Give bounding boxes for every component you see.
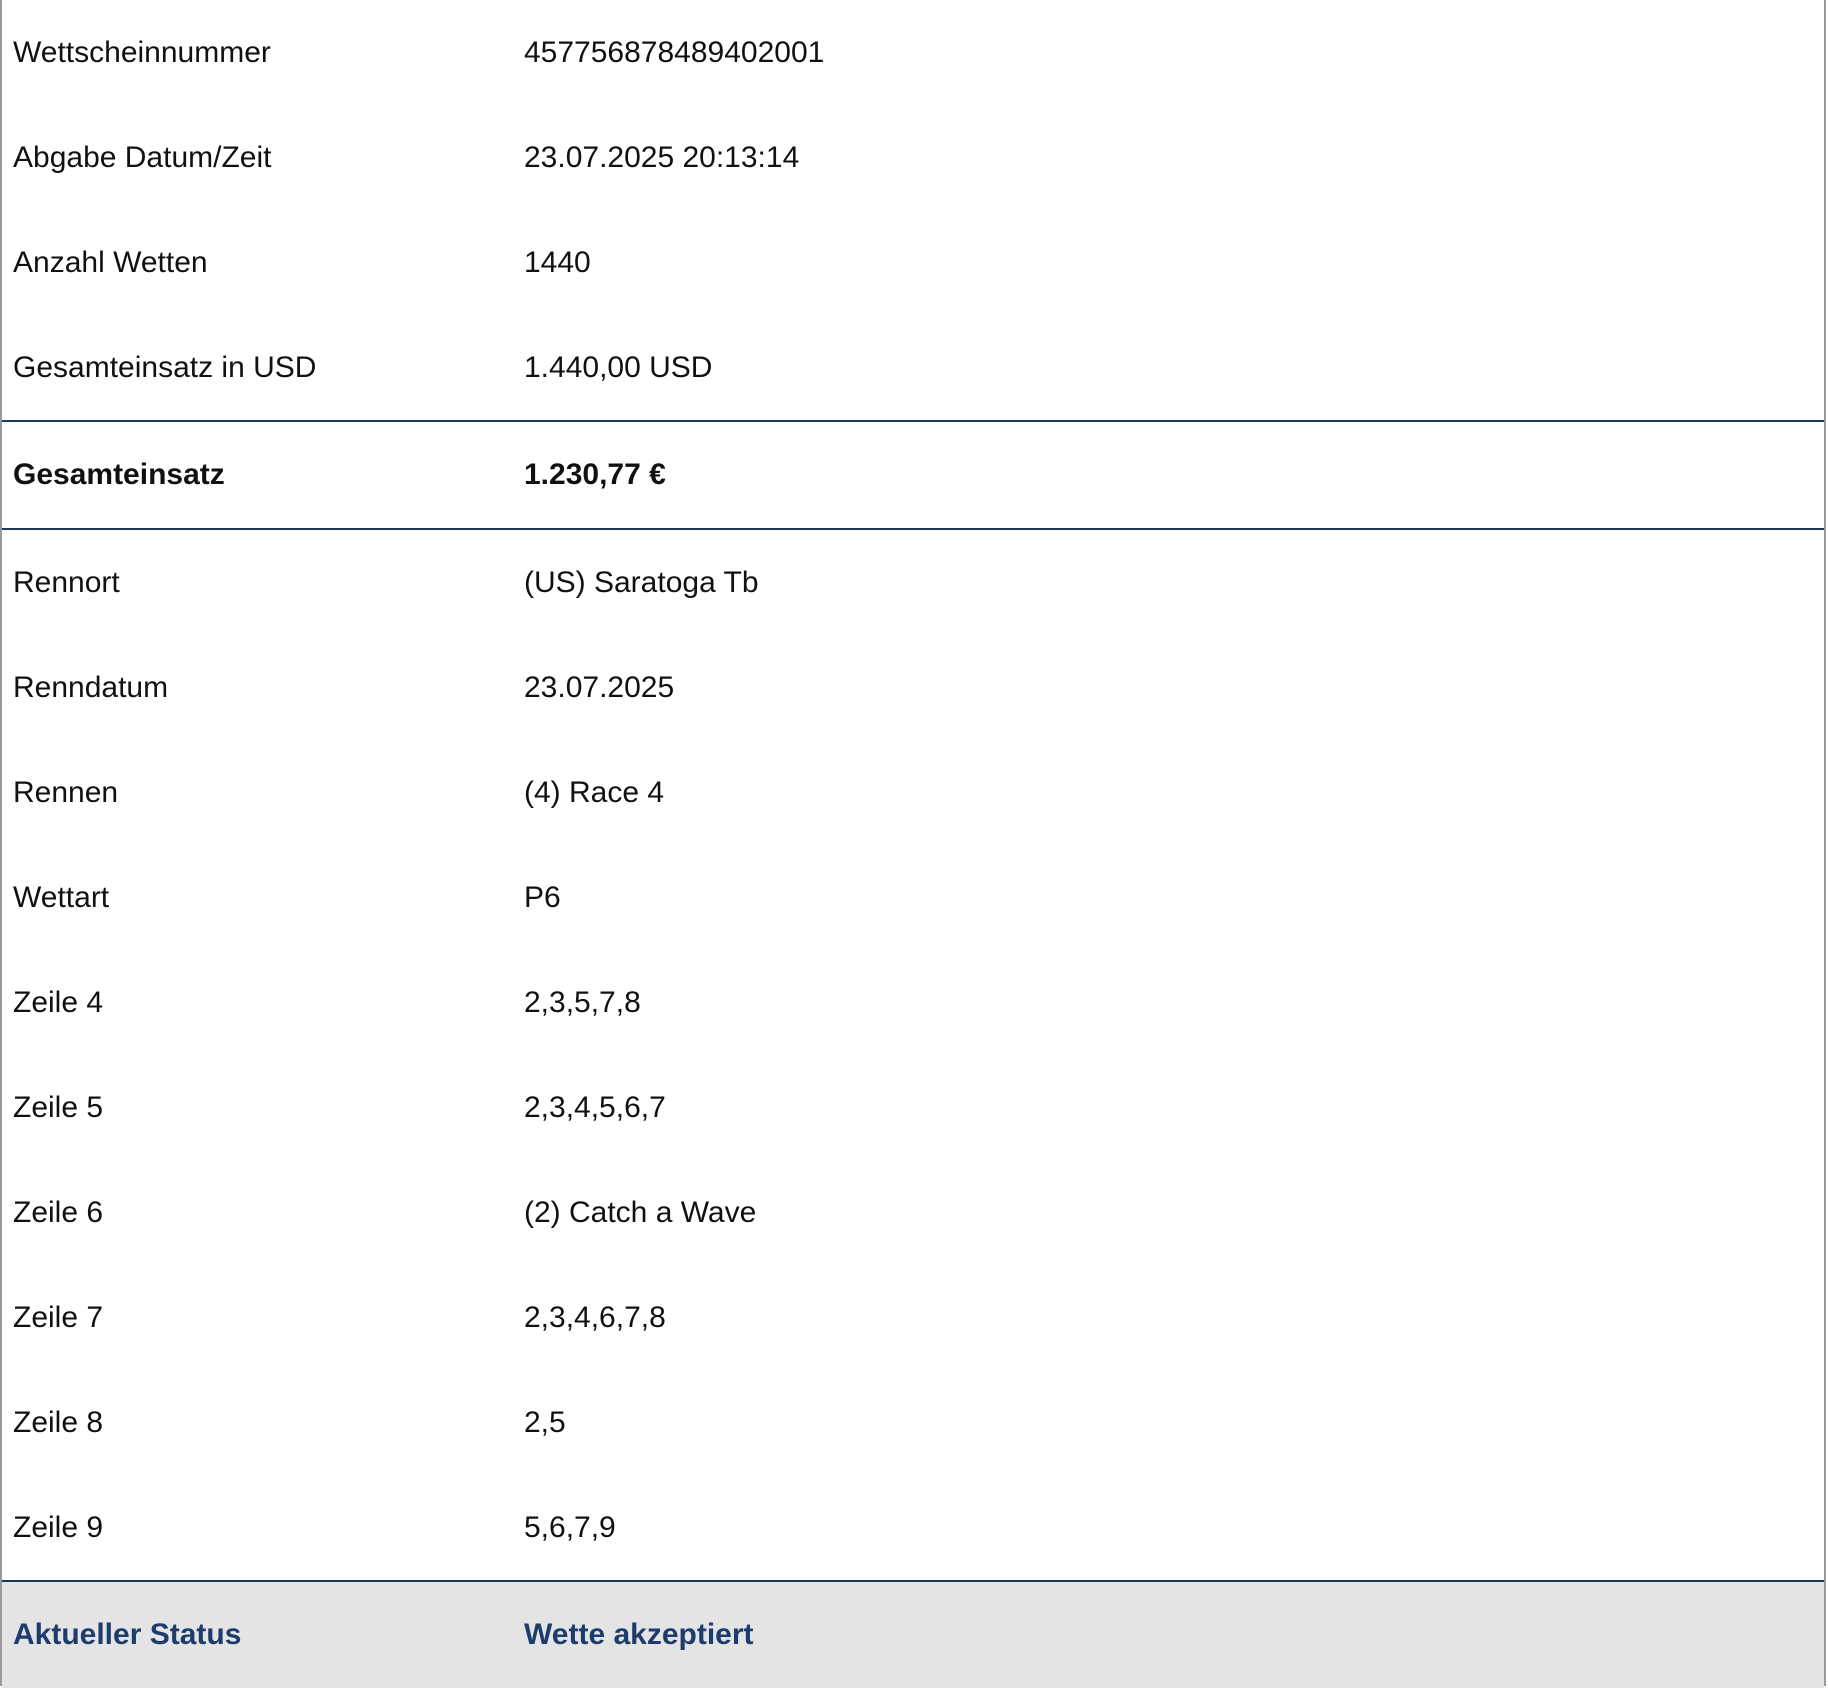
detail-row-race-date: Renndatum 23.07.2025 bbox=[2, 635, 1824, 740]
submission-datetime-label: Abgabe Datum/Zeit bbox=[13, 140, 272, 174]
ticket-number-value: 457756878489402001 bbox=[524, 35, 825, 69]
leg-9-value: 5,6,7,9 bbox=[524, 1510, 616, 1544]
leg-9-label: Zeile 9 bbox=[13, 1510, 104, 1544]
detail-row-leg-4: Zeile 4 2,3,5,7,8 bbox=[2, 950, 1824, 1055]
bet-count-value: 1440 bbox=[524, 245, 591, 279]
leg-6-label: Zeile 6 bbox=[13, 1195, 104, 1229]
detail-row-race: Rennen (4) Race 4 bbox=[2, 740, 1824, 845]
bet-type-value: P6 bbox=[524, 880, 561, 914]
detail-row-leg-9: Zeile 9 5,6,7,9 bbox=[2, 1475, 1824, 1581]
leg-8-label: Zeile 8 bbox=[13, 1405, 104, 1439]
leg-5-label: Zeile 5 bbox=[13, 1090, 104, 1124]
stake-usd-value: 1.440,00 USD bbox=[524, 350, 713, 384]
venue-label: Rennort bbox=[13, 565, 120, 599]
bet-details-table: Wettscheinnummer 457756878489402001 Abga… bbox=[2, 0, 1824, 1688]
detail-row-venue: Rennort (US) Saratoga Tb bbox=[2, 529, 1824, 635]
leg-6-value: (2) Catch a Wave bbox=[524, 1195, 757, 1229]
leg-4-value: 2,3,5,7,8 bbox=[524, 985, 641, 1019]
detail-row-ticket-number: Wettscheinnummer 457756878489402001 bbox=[2, 0, 1824, 105]
bet-type-label: Wettart bbox=[13, 880, 110, 914]
total-stake-value: 1.230,77 € bbox=[513, 420, 1824, 530]
detail-row-leg-8: Zeile 8 2,5 bbox=[2, 1370, 1824, 1475]
total-stake-label: Gesamteinsatz bbox=[2, 420, 513, 530]
ticket-number-label: Wettscheinnummer bbox=[13, 35, 271, 69]
submission-datetime-value: 23.07.2025 20:13:14 bbox=[524, 140, 800, 174]
detail-row-stake-usd: Gesamteinsatz in USD 1.440,00 USD bbox=[2, 315, 1824, 421]
race-date-value: 23.07.2025 bbox=[524, 670, 675, 704]
race-date-label: Renndatum bbox=[13, 670, 169, 704]
race-label: Rennen bbox=[13, 775, 119, 809]
bet-slip-details: Wettscheinnummer 457756878489402001 Abga… bbox=[0, 0, 1826, 1688]
race-value: (4) Race 4 bbox=[524, 775, 665, 809]
detail-row-total-stake: Gesamteinsatz 1.230,77 € bbox=[2, 420, 1824, 530]
status-label: Aktueller Status bbox=[2, 1580, 513, 1688]
detail-row-bet-count: Anzahl Wetten 1440 bbox=[2, 210, 1824, 315]
status-value: Wette akzeptiert bbox=[513, 1580, 1824, 1688]
leg-8-value: 2,5 bbox=[524, 1405, 566, 1439]
detail-row-status: Aktueller Status Wette akzeptiert bbox=[2, 1580, 1824, 1688]
leg-4-label: Zeile 4 bbox=[13, 985, 104, 1019]
leg-5-value: 2,3,4,5,6,7 bbox=[524, 1090, 666, 1124]
bet-count-label: Anzahl Wetten bbox=[13, 245, 208, 279]
detail-row-leg-6: Zeile 6 (2) Catch a Wave bbox=[2, 1160, 1824, 1265]
detail-row-submission-datetime: Abgabe Datum/Zeit 23.07.2025 20:13:14 bbox=[2, 105, 1824, 210]
detail-row-leg-5: Zeile 5 2,3,4,5,6,7 bbox=[2, 1055, 1824, 1160]
detail-row-bet-type: Wettart P6 bbox=[2, 845, 1824, 950]
stake-usd-label: Gesamteinsatz in USD bbox=[13, 350, 317, 384]
detail-row-leg-7: Zeile 7 2,3,4,6,7,8 bbox=[2, 1265, 1824, 1370]
leg-7-label: Zeile 7 bbox=[13, 1300, 104, 1334]
venue-value: (US) Saratoga Tb bbox=[524, 565, 759, 599]
leg-7-value: 2,3,4,6,7,8 bbox=[524, 1300, 666, 1334]
